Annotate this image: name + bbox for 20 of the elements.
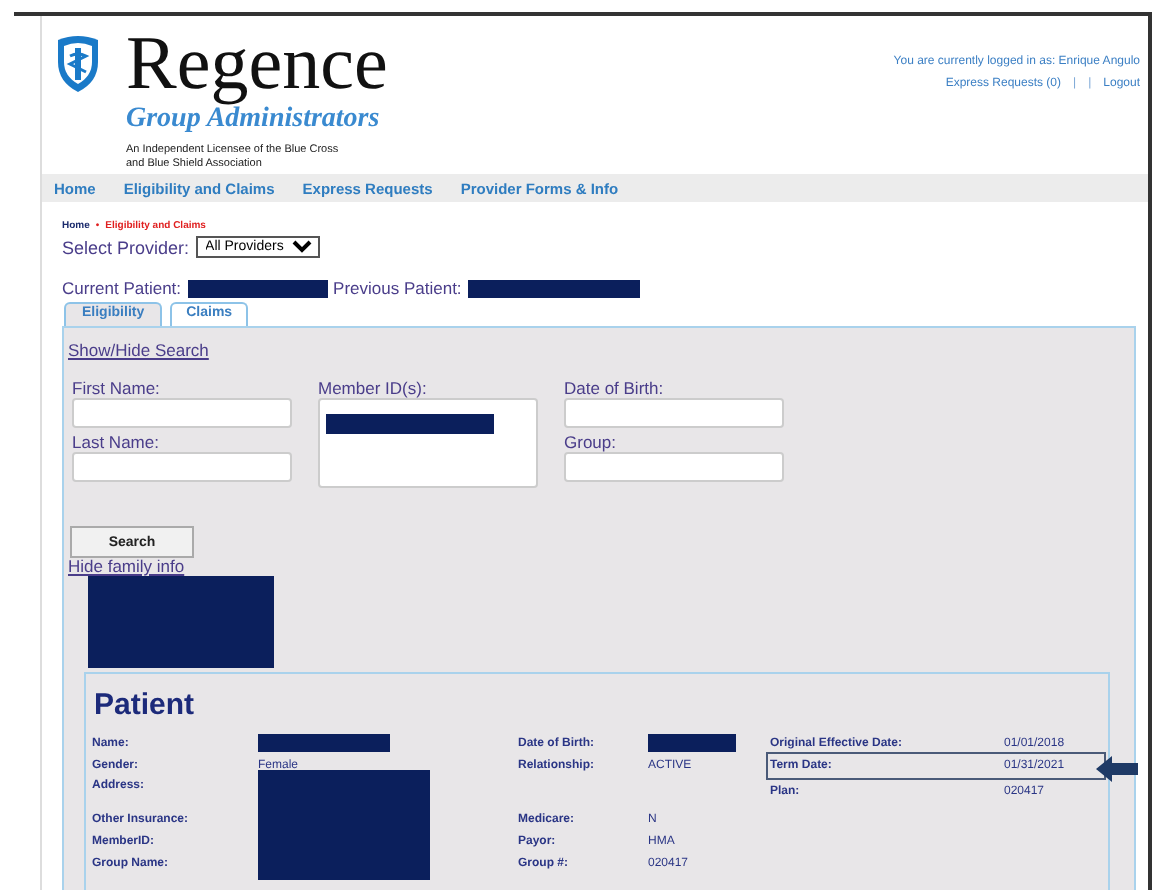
arrow-icon xyxy=(1096,756,1138,782)
hide-family-link[interactable]: Hide family info xyxy=(68,558,1134,576)
brand-name: Regence xyxy=(126,28,388,100)
section-title: Patient xyxy=(94,690,197,722)
input-field[interactable] xyxy=(564,452,784,482)
field-label: Group: xyxy=(564,432,618,452)
member-id-textarea[interactable] xyxy=(318,398,538,488)
patient-label: Current Patient: xyxy=(62,278,182,298)
field-label: Member ID(s): xyxy=(318,378,429,398)
shield-logo xyxy=(54,34,102,94)
field-label: Select Provider: xyxy=(62,237,190,257)
input-field[interactable] xyxy=(564,398,784,428)
patient-label: Previous Patient: xyxy=(333,278,462,298)
brand-subtitle: Group Administrators xyxy=(126,104,380,136)
field-label: First Name: xyxy=(72,378,162,398)
field-label: Date of Birth: xyxy=(564,378,666,398)
field-label: Last Name: xyxy=(72,432,161,452)
input-field[interactable] xyxy=(72,452,292,482)
input-field[interactable] xyxy=(72,398,292,428)
show-hide-link[interactable]: Show/Hide Search xyxy=(68,340,209,360)
